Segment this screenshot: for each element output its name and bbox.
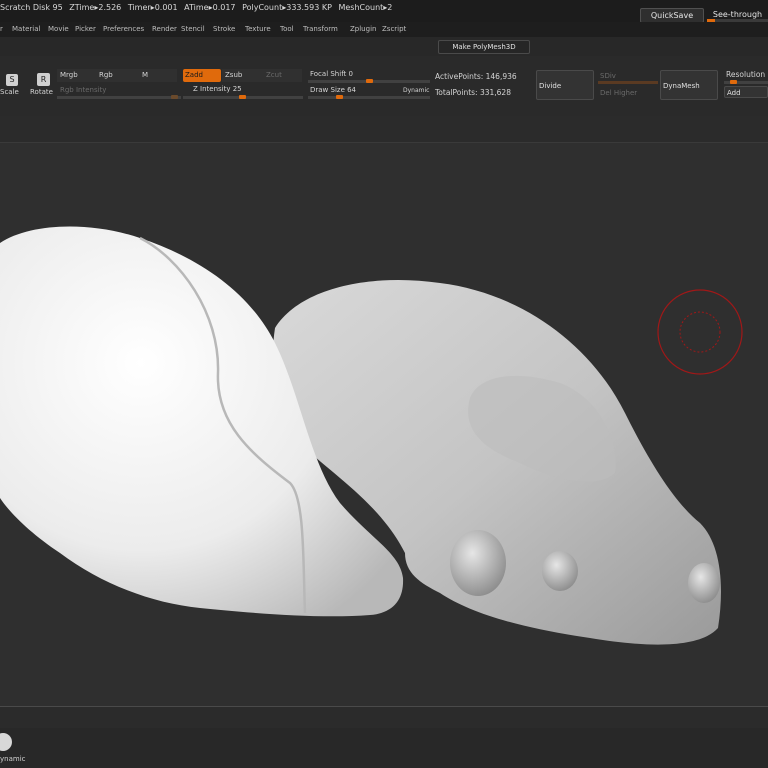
rgb-intensity-label: Rgb Intensity	[60, 86, 107, 94]
menu-item-transform[interactable]: Transform	[303, 25, 338, 33]
canvas-viewport[interactable]	[0, 142, 768, 707]
beetle-fender-bump	[542, 551, 578, 591]
scale-label: Scale	[0, 88, 19, 96]
ztime-readout: ZTime▸2.526	[69, 3, 122, 12]
make-polymesh3d-button[interactable]: Make PolyMesh3D	[438, 40, 530, 54]
brush-outer-ring-icon	[657, 289, 743, 375]
focal-shift-slider[interactable]	[308, 79, 430, 83]
menu-item-zplugin[interactable]: Zplugin	[350, 25, 376, 33]
z-intensity-knob[interactable]	[239, 95, 246, 99]
brush-inner-ring-icon	[679, 311, 721, 353]
zadd-button[interactable]: Zadd	[183, 69, 221, 82]
brush-cursor	[657, 289, 743, 375]
viewport-scene	[0, 226, 743, 645]
draw-size-knob[interactable]	[336, 95, 343, 99]
menu-item-picker[interactable]: Picker	[75, 25, 96, 33]
focal-shift-knob[interactable]	[366, 79, 373, 83]
menu-item-preferences[interactable]: Preferences	[103, 25, 144, 33]
menu-item-render[interactable]: Render	[152, 25, 177, 33]
divide-button[interactable]: Divide	[536, 70, 594, 100]
beetle-headlight-left	[450, 530, 506, 596]
mrgb-button[interactable]: Mrgb	[60, 69, 78, 82]
dynamic-sphere-icon[interactable]	[0, 733, 12, 751]
menu-item-stroke[interactable]: Stroke	[213, 25, 235, 33]
menu-item-stencil[interactable]: Stencil	[181, 25, 205, 33]
focal-shift-label: Focal Shift 0	[310, 70, 353, 78]
scratch-disk-readout: Scratch Disk 95	[0, 3, 63, 12]
z-mode-group: Zsub Zcut	[222, 69, 302, 82]
menu-item-tool[interactable]: Tool	[280, 25, 294, 33]
quicksave-button[interactable]: QuickSave	[640, 8, 704, 23]
del-higher-button[interactable]: Del Higher	[600, 89, 637, 97]
draw-size-slider[interactable]	[308, 95, 430, 99]
resolution-knob[interactable]	[730, 80, 737, 84]
rgb-intensity-slider[interactable]	[57, 95, 181, 99]
bottom-shelf: ynamic	[0, 728, 768, 768]
sdiv-label: SDiv	[600, 72, 616, 80]
main-toolbar: S Scale R Rotate Mrgb Rgb M Rgb Intensit…	[0, 56, 768, 116]
zsub-button[interactable]: Zsub	[225, 69, 242, 82]
sdiv-slider[interactable]	[598, 81, 658, 84]
menu-item-texture[interactable]: Texture	[245, 25, 271, 33]
menu-item-r[interactable]: r	[0, 25, 3, 33]
z-intensity-label: Z Intensity 25	[193, 85, 242, 93]
scale-icon[interactable]: S	[6, 74, 18, 86]
rgb-button[interactable]: Rgb	[99, 69, 113, 82]
atime-readout: ATime▸0.017	[184, 3, 236, 12]
beetle-headlight-right	[688, 563, 720, 603]
rgb-intensity-knob[interactable]	[171, 95, 178, 99]
dynamesh-button[interactable]: DynaMesh	[660, 70, 718, 100]
polycount-readout: PolyCount▸333.593 KP	[242, 3, 332, 12]
dynamic-toggle[interactable]: Dynamic	[403, 87, 429, 94]
menu-item-material[interactable]: Material	[12, 25, 40, 33]
timer-readout: Timer▸0.001	[127, 3, 178, 12]
rotate-label: Rotate	[30, 88, 53, 96]
z-intensity-slider[interactable]	[183, 95, 303, 99]
status-bar: Scratch Disk 95 ZTime▸2.526 Timer▸0.001 …	[0, 0, 768, 23]
draw-size-label: Draw Size 64	[310, 86, 357, 94]
color-mode-group: Mrgb Rgb M	[57, 69, 177, 82]
resolution-slider[interactable]	[724, 80, 768, 84]
dynamic-label: ynamic	[0, 755, 26, 763]
zcut-button[interactable]: Zcut	[266, 69, 282, 82]
status-line: Scratch Disk 95 ZTime▸2.526 Timer▸0.001 …	[0, 3, 396, 12]
resolution-label: Resolution	[726, 70, 766, 79]
meshcount-readout: MeshCount▸2	[338, 3, 393, 12]
main-menu-bar: r Material Movie Picker Preferences Rend…	[0, 22, 768, 37]
see-through-label: See-through	[712, 10, 763, 19]
see-through-slider[interactable]: See-through	[707, 8, 768, 22]
m-button[interactable]: M	[142, 69, 148, 82]
menu-item-zscript[interactable]: Zscript	[382, 25, 406, 33]
active-points-readout: ActivePoints: 146,936	[435, 72, 517, 81]
tool-palette-strip: Make PolyMesh3D	[0, 37, 768, 56]
rotate-icon[interactable]: R	[37, 73, 50, 86]
add-button[interactable]: Add	[724, 86, 768, 98]
menu-item-movie[interactable]: Movie	[48, 25, 69, 33]
total-points-readout: TotalPoints: 331,628	[435, 88, 511, 97]
